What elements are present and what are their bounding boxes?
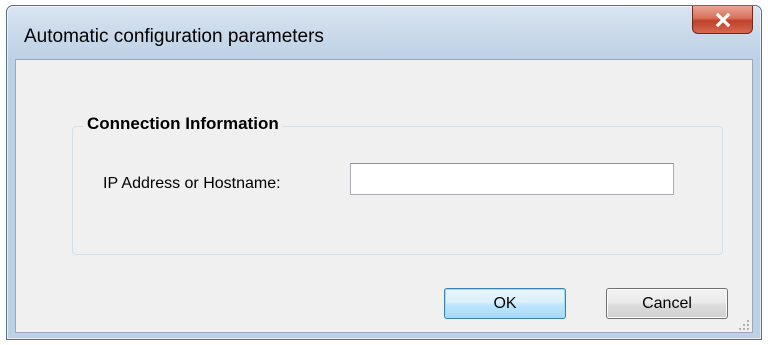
close-icon bbox=[715, 12, 731, 27]
cancel-button[interactable]: Cancel bbox=[606, 288, 728, 319]
close-button[interactable] bbox=[692, 6, 753, 34]
title-bar[interactable]: Automatic configuration parameters bbox=[7, 6, 761, 64]
ip-address-label: IP Address or Hostname: bbox=[103, 175, 281, 192]
resize-grip-icon[interactable] bbox=[738, 318, 750, 330]
ok-button-label: OK bbox=[493, 294, 517, 312]
dialog-client-area: Connection Information IP Address or Hos… bbox=[15, 59, 753, 333]
group-legend: Connection Information bbox=[83, 114, 283, 134]
dialog-window: Automatic configuration parameters Conne… bbox=[6, 5, 762, 340]
window-title: Automatic configuration parameters bbox=[24, 26, 324, 47]
cancel-button-label: Cancel bbox=[642, 294, 692, 312]
ok-button[interactable]: OK bbox=[444, 288, 566, 319]
ip-address-input[interactable] bbox=[350, 163, 674, 195]
